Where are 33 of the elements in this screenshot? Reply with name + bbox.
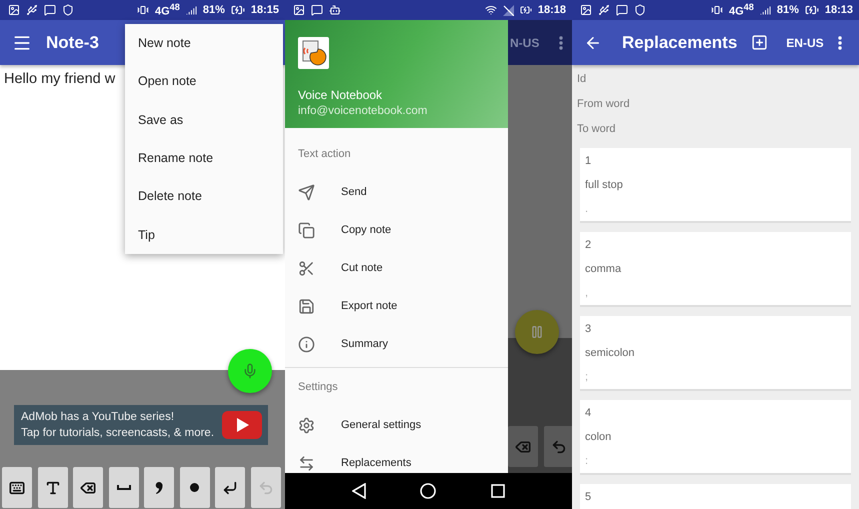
to-word: : — [585, 454, 590, 469]
ad-text: AdMob has a YouTube series! — [21, 410, 176, 425]
entry-id: 3 — [585, 322, 592, 337]
entry-id: 2 — [585, 238, 592, 253]
entry-id: 4 — [585, 406, 592, 421]
battery-text: 81% — [776, 4, 799, 16]
clock: 18:15 — [250, 4, 279, 16]
from-word: semicolon — [585, 346, 636, 361]
from-word: colon — [585, 430, 612, 445]
entry-id: 1 — [585, 154, 592, 169]
field-label: Id — [577, 72, 588, 86]
entry-id: 5 — [585, 490, 592, 505]
to-word: , — [585, 286, 590, 301]
account-name: Voice Notebook — [298, 88, 384, 102]
section-title: Text action — [298, 148, 351, 160]
field-label: From word — [577, 96, 631, 112]
network-text: 4G$^{48}$ — [728, 2, 754, 18]
clock: 18:13 — [824, 4, 853, 16]
section-title: Settings — [298, 381, 338, 393]
ad-text: Tap for tutorials, screencasts, & more. — [21, 426, 216, 441]
from-word: comma — [585, 262, 622, 277]
network-text: 4G$^{48}$ — [154, 2, 180, 18]
clock: 18:18 — [538, 4, 566, 16]
note-text: Hello my friend w — [4, 71, 116, 87]
from-word: full stop — [585, 178, 624, 193]
account-email: info@voicenotebook.com — [298, 105, 428, 117]
app-title: Note-3 — [46, 32, 99, 52]
screen-title: Replacements — [622, 32, 738, 52]
field-label: To word — [577, 122, 617, 136]
battery-text: 81% — [202, 4, 225, 16]
to-word: ; — [585, 370, 590, 385]
to-word: . — [585, 202, 590, 217]
language-text: N-US — [510, 36, 540, 50]
